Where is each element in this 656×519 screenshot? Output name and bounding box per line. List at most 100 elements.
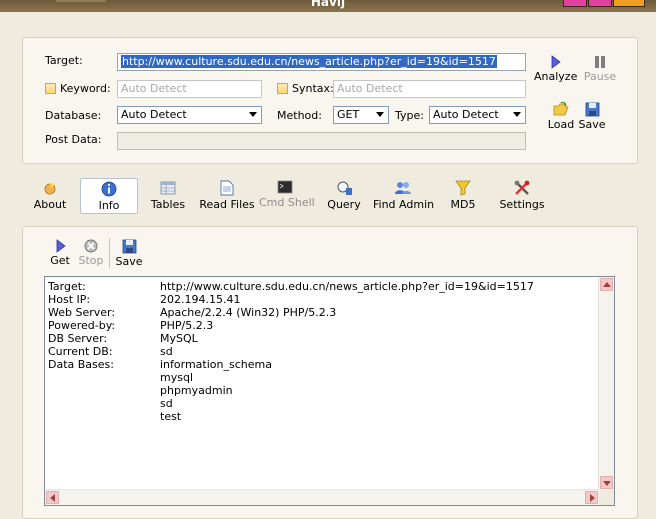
chevron-down-icon bbox=[513, 112, 521, 117]
target-input-value: http://www.culture.sdu.edu.cn/news_artic… bbox=[121, 55, 497, 68]
tab-find-admin[interactable]: Find Admin bbox=[373, 178, 435, 214]
floppy-disk-icon bbox=[122, 239, 136, 254]
info-key: Powered-by: bbox=[48, 319, 116, 332]
info-value: mysql bbox=[160, 371, 193, 384]
info-key: Data Bases: bbox=[48, 358, 114, 371]
funnel-icon bbox=[455, 180, 471, 196]
target-input[interactable]: http://www.culture.sdu.edu.cn/news_artic… bbox=[117, 53, 526, 71]
tab-tables[interactable]: Tables bbox=[148, 178, 188, 214]
tab-settings[interactable]: Settings bbox=[498, 178, 546, 214]
maximize-button[interactable] bbox=[588, 0, 612, 7]
chevron-down-icon bbox=[376, 112, 384, 117]
window-title: Havij bbox=[310, 0, 346, 9]
tab-md5[interactable]: MD5 bbox=[444, 178, 482, 214]
tab-find-admin-label: Find Admin bbox=[373, 198, 435, 211]
play-icon bbox=[551, 55, 561, 69]
info-key: Current DB: bbox=[48, 345, 113, 358]
stop-label: Stop bbox=[78, 254, 104, 267]
info-key: Host IP: bbox=[48, 293, 91, 306]
analyze-button[interactable]: Analyze bbox=[534, 55, 577, 83]
keyword-label: Keyword: bbox=[60, 82, 111, 95]
info-value: sd bbox=[160, 345, 173, 358]
terminal-icon bbox=[277, 180, 293, 194]
scroll-up-button[interactable] bbox=[600, 278, 613, 291]
minimize-button[interactable] bbox=[563, 0, 587, 7]
stop-icon bbox=[84, 239, 98, 253]
syntax-input[interactable]: Auto Detect bbox=[333, 80, 526, 98]
postdata-input[interactable] bbox=[117, 132, 526, 150]
info-save-button[interactable]: Save bbox=[115, 239, 143, 268]
database-select[interactable]: Auto Detect bbox=[117, 106, 262, 124]
method-select[interactable]: GET bbox=[333, 106, 389, 124]
floppy-disk-icon bbox=[585, 102, 599, 117]
info-value: test bbox=[160, 410, 182, 423]
horizontal-scrollbar[interactable] bbox=[45, 489, 599, 505]
scroll-down-button[interactable] bbox=[600, 476, 613, 489]
info-value: PHP/5.2.3 bbox=[160, 319, 214, 332]
postdata-label: Post Data: bbox=[45, 133, 102, 146]
tab-settings-label: Settings bbox=[499, 198, 545, 211]
arrow-up-icon bbox=[603, 282, 611, 287]
scroll-right-button[interactable] bbox=[585, 491, 598, 504]
scroll-left-button[interactable] bbox=[46, 491, 59, 504]
tab-read-files[interactable]: Read Files bbox=[197, 178, 257, 214]
save-button[interactable]: Save bbox=[577, 102, 607, 131]
info-output[interactable]: Target: http://www.culture.sdu.edu.cn/new… bbox=[44, 276, 615, 506]
tab-info[interactable]: Info bbox=[80, 178, 138, 214]
info-value: Apache/2.2.4 (Win32) PHP/5.2.3 bbox=[160, 306, 337, 319]
info-value: 202.194.15.41 bbox=[160, 293, 241, 306]
tab-read-files-label: Read Files bbox=[199, 198, 255, 211]
database-label: Database: bbox=[45, 109, 102, 122]
tab-cmd-shell[interactable]: Cmd Shell bbox=[259, 178, 315, 214]
toolbar-divider bbox=[109, 238, 110, 268]
folder-open-icon bbox=[553, 102, 569, 116]
load-button[interactable]: Load bbox=[545, 102, 577, 131]
save-label: Save bbox=[578, 118, 606, 131]
tab-info-label: Info bbox=[98, 199, 120, 212]
tab-about[interactable]: About bbox=[29, 178, 71, 214]
info-key: DB Server: bbox=[48, 332, 108, 345]
arrow-left-icon bbox=[50, 494, 55, 502]
tab-tables-label: Tables bbox=[150, 198, 186, 211]
keyword-checkbox[interactable] bbox=[45, 83, 56, 94]
info-sparkle-icon bbox=[44, 182, 56, 195]
tab-query[interactable]: Query bbox=[324, 178, 364, 214]
tools-icon bbox=[514, 180, 530, 195]
database-select-value: Auto Detect bbox=[121, 108, 187, 121]
info-value: phpmyadmin bbox=[160, 384, 233, 397]
info-key: Target: bbox=[48, 280, 86, 293]
target-label: Target: bbox=[45, 54, 83, 67]
title-bar: Havij bbox=[0, 0, 656, 12]
pause-label: Pause bbox=[583, 70, 617, 83]
document-icon bbox=[220, 180, 234, 196]
type-select[interactable]: Auto Detect bbox=[429, 106, 526, 124]
vertical-scrollbar[interactable] bbox=[598, 277, 614, 490]
query-search-icon bbox=[337, 181, 352, 195]
info-value: information_schema bbox=[160, 358, 272, 371]
info-value: sd bbox=[160, 397, 173, 410]
type-label: Type: bbox=[395, 109, 424, 122]
scrollbar-corner bbox=[599, 490, 614, 505]
info-save-label: Save bbox=[115, 255, 143, 268]
stop-button[interactable]: Stop bbox=[77, 239, 105, 267]
info-value: http://www.culture.sdu.edu.cn/news_artic… bbox=[160, 280, 534, 293]
syntax-checkbox[interactable] bbox=[277, 83, 288, 94]
get-button[interactable]: Get bbox=[48, 239, 72, 267]
tab-about-label: About bbox=[33, 198, 67, 211]
info-key: Web Server: bbox=[48, 306, 116, 319]
keyword-input[interactable]: Auto Detect bbox=[117, 80, 262, 98]
arrow-down-icon bbox=[603, 481, 611, 486]
tab-cmd-shell-label: Cmd Shell bbox=[259, 196, 315, 209]
get-label: Get bbox=[50, 254, 70, 267]
type-select-value: Auto Detect bbox=[433, 108, 499, 121]
pause-icon bbox=[595, 56, 605, 68]
arrow-right-icon bbox=[590, 494, 595, 502]
pause-button[interactable]: Pause bbox=[582, 55, 618, 83]
method-label: Method: bbox=[277, 109, 322, 122]
info-value: MySQL bbox=[160, 332, 198, 345]
close-button[interactable] bbox=[613, 0, 645, 7]
chevron-down-icon bbox=[249, 112, 257, 117]
syntax-label: Syntax: bbox=[292, 82, 334, 95]
play-icon bbox=[56, 239, 66, 253]
tab-query-label: Query bbox=[327, 198, 361, 211]
